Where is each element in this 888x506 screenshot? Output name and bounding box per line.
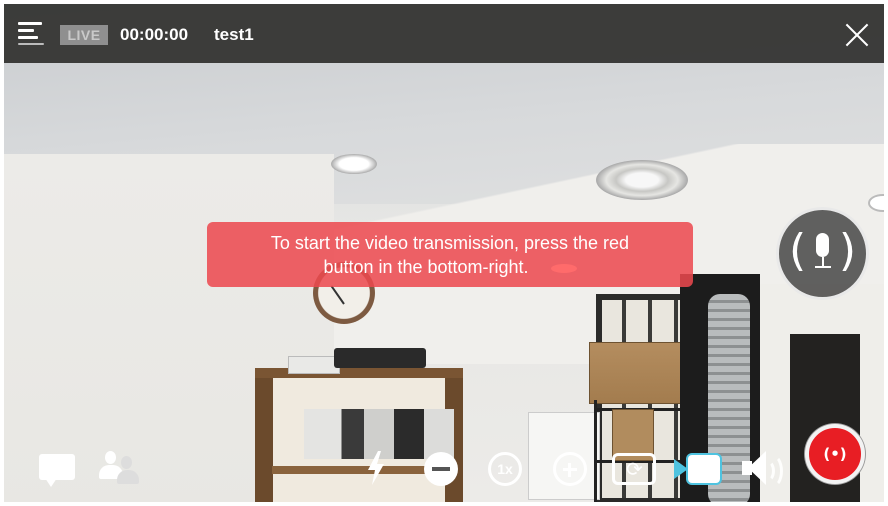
user-head xyxy=(105,451,116,464)
start-hint-banner: To start the video transmission, press t… xyxy=(207,222,693,287)
red-dot-icon xyxy=(550,263,577,273)
zoom-in-icon[interactable] xyxy=(553,452,587,486)
speaker-icon[interactable] xyxy=(742,451,786,488)
microphone-icon xyxy=(816,233,829,257)
user-body xyxy=(117,470,139,484)
flash-icon[interactable] xyxy=(366,451,386,485)
ceiling-light xyxy=(331,154,377,174)
sound-wave xyxy=(762,454,783,488)
chat-icon[interactable] xyxy=(39,454,75,487)
video-icon[interactable] xyxy=(674,455,720,483)
close-icon[interactable] xyxy=(844,22,870,48)
video-lens xyxy=(674,459,688,479)
menu-line xyxy=(18,22,42,25)
broadcast-button[interactable]: (•) xyxy=(805,424,865,484)
menu-line xyxy=(18,29,34,32)
live-badge: LIVE xyxy=(60,25,108,45)
hint-line-2-text: button in the bottom-right. xyxy=(323,257,529,277)
microphone-base xyxy=(815,266,831,268)
top-bar: LIVE 00:00:00 test1 xyxy=(4,4,884,63)
stream-name: test1 xyxy=(214,25,254,44)
hint-line-1: To start the video transmission, press t… xyxy=(270,233,630,253)
boxes xyxy=(589,342,683,404)
switch-camera-icon[interactable] xyxy=(612,453,656,485)
users-icon[interactable] xyxy=(97,450,141,486)
router xyxy=(288,356,340,374)
left-paren-icon: ( xyxy=(789,225,807,276)
menu-icon[interactable] xyxy=(18,22,44,48)
shelf-board xyxy=(272,466,446,474)
microphone-button[interactable]: ( ) xyxy=(776,207,869,300)
video-body xyxy=(688,455,720,483)
stream-timer: 00:00:00 xyxy=(120,25,189,44)
zoom-level[interactable]: 1x xyxy=(488,452,522,486)
user-head xyxy=(121,456,132,469)
menu-line xyxy=(18,43,44,45)
zoom-out-icon[interactable] xyxy=(424,452,458,486)
network-device xyxy=(334,348,426,368)
ceiling-vent xyxy=(596,160,688,200)
right-paren-icon: ) xyxy=(838,225,856,276)
menu-line xyxy=(18,36,38,39)
hint-line-2: button in the bottom-right. xyxy=(207,255,693,279)
